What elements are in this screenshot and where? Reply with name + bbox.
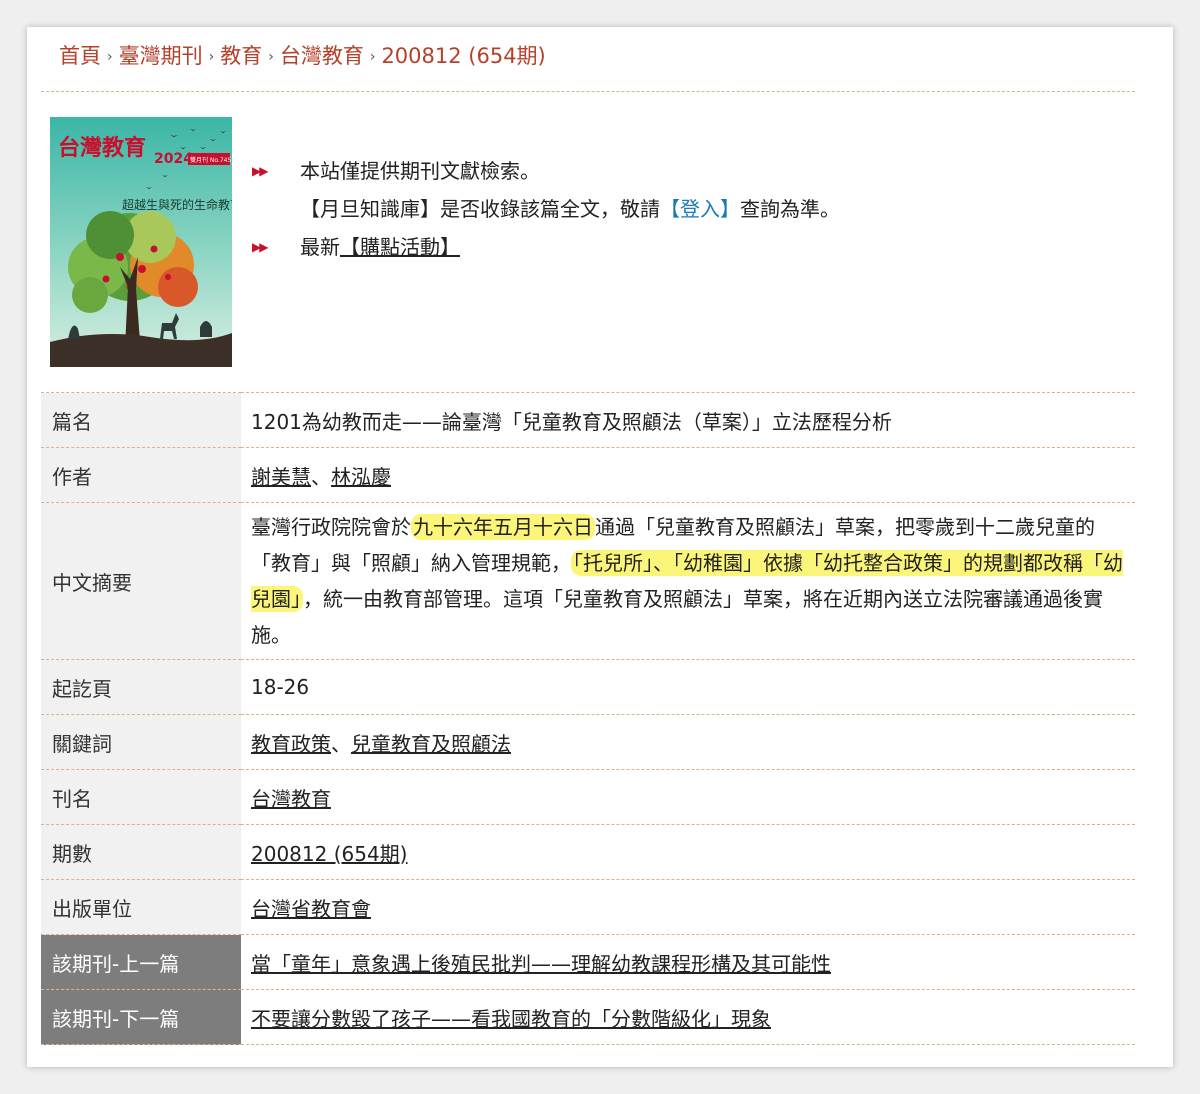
journal-name: 台灣教育 xyxy=(241,769,1135,825)
record-details-table: 篇名 1201為幼教而走——論臺灣「兒童教育及照顧法（草案）」立法歷程分析 作者… xyxy=(41,392,1135,1045)
field-label: 中文摘要 xyxy=(41,502,241,660)
breadcrumb-separator-icon: › xyxy=(208,49,215,65)
record-card: 首頁 › 臺灣期刊 › 教育 › 台灣教育 › 200812 (654期) 台灣教育 2024 … xyxy=(27,27,1173,1067)
prev-article-label: 該期刊-上一篇 xyxy=(41,934,241,990)
abstract-text: 臺灣行政院院會於 九十六年五月十六日 通過「兒童教育及照顧法」草案，把零歲到十二歲兒… xyxy=(241,502,1135,660)
table-row: 該期刊-上一篇 當「童年」意象遇上後殖民批判——理解幼教課程形構及其可能性 xyxy=(41,934,1135,990)
keyword-list: 教育政策、兒童教育及照顧法 xyxy=(241,714,1135,770)
journal-link[interactable]: 台灣教育 xyxy=(251,787,331,811)
breadcrumb-journal[interactable]: 台灣教育 xyxy=(280,44,364,68)
breadcrumb-separator-icon: › xyxy=(268,49,274,65)
field-label: 作者 xyxy=(41,447,241,503)
keyword-separator: 、 xyxy=(331,731,351,756)
field-label: 出版單位 xyxy=(41,879,241,935)
field-label: 關鍵詞 xyxy=(41,714,241,770)
table-row: 篇名 1201為幼教而走——論臺灣「兒童教育及照顧法（草案）」立法歷程分析 xyxy=(41,392,1135,448)
author-link[interactable]: 林泓慶 xyxy=(331,465,391,489)
breadcrumb-separator-icon: › xyxy=(107,49,113,65)
notice-text: 查詢為準。 xyxy=(740,197,840,221)
page-range: 18-26 xyxy=(241,659,1135,715)
publisher-link[interactable]: 台灣省教育會 xyxy=(251,897,371,921)
notice-block: ▶▶ 本站僅提供期刊文獻檢索。 【月旦知識庫】是否收錄該篇全文，敬請【登入】查詢… xyxy=(252,152,840,266)
table-row: 起訖頁 18-26 xyxy=(41,659,1135,715)
abstract-highlight: 九十六年五月十六日 xyxy=(411,514,595,540)
keyword-link[interactable]: 兒童教育及照顧法 xyxy=(351,732,511,756)
table-row: 中文摘要 臺灣行政院院會於 九十六年五月十六日 通過「兒童教育及照顧法」草案，把零歲… xyxy=(41,502,1135,660)
publisher: 台灣省教育會 xyxy=(241,879,1135,935)
points-promo-link[interactable]: 【購點活動】 xyxy=(340,235,460,259)
login-link[interactable]: 【登入】 xyxy=(660,197,740,221)
keyword-link[interactable]: 教育政策 xyxy=(251,732,331,756)
divider xyxy=(41,91,1135,92)
field-label: 篇名 xyxy=(41,392,241,448)
breadcrumb-issue[interactable]: 200812 (654期) xyxy=(381,44,545,68)
cover-issue: 雙月刊 No.745 xyxy=(190,156,232,164)
table-row: 作者 謝美慧、林泓慶 xyxy=(41,447,1135,503)
notice-line: 【月旦知識庫】是否收錄該篇全文，敬請【登入】查詢為準。 xyxy=(252,190,840,228)
journal-cover-image: 台灣教育 2024 雙月刊 No.745 超越生與死的生命教育 xyxy=(50,117,232,367)
field-label: 期數 xyxy=(41,824,241,880)
breadcrumb-education[interactable]: 教育 xyxy=(220,44,262,68)
notice-text: 本站僅提供期刊文獻檢索。 xyxy=(300,159,540,183)
breadcrumb-separator-icon: › xyxy=(369,49,376,65)
prev-article-link[interactable]: 當「童年」意象遇上後殖民批判——理解幼教課程形構及其可能性 xyxy=(251,952,831,976)
cover-slogan: 超越生與死的生命教育 xyxy=(122,197,232,212)
next-article-link[interactable]: 不要讓分數毀了孩子——看我國教育的「分數階級化」現象 xyxy=(251,1007,771,1031)
cover-title: 台灣教育 xyxy=(58,135,146,161)
author-link[interactable]: 謝美慧 xyxy=(251,465,311,489)
author-separator: 、 xyxy=(311,464,331,489)
table-row: 期數 200812 (654期) xyxy=(41,824,1135,880)
field-label: 刊名 xyxy=(41,769,241,825)
issue-link[interactable]: 200812 (654期) xyxy=(251,842,407,866)
double-arrow-icon: ▶▶ xyxy=(252,240,269,254)
breadcrumb: 首頁 › 臺灣期刊 › 教育 › 台灣教育 › 200812 (654期) xyxy=(59,41,546,72)
issue-number: 200812 (654期) xyxy=(241,824,1135,880)
double-arrow-icon: ▶▶ xyxy=(252,164,269,178)
breadcrumb-journals[interactable]: 臺灣期刊 xyxy=(119,44,203,68)
abstract-part: 臺灣行政院院會於 xyxy=(251,515,411,539)
table-row: 該期刊-下一篇 不要讓分數毀了孩子——看我國教育的「分數階級化」現象 xyxy=(41,989,1135,1045)
author-list: 謝美慧、林泓慶 xyxy=(241,447,1135,503)
cover-year: 2024 xyxy=(154,151,193,167)
article-title: 1201為幼教而走——論臺灣「兒童教育及照顧法（草案）」立法歷程分析 xyxy=(241,392,1135,448)
next-article-label: 該期刊-下一篇 xyxy=(41,989,241,1045)
notice-line: ▶▶ 本站僅提供期刊文獻檢索。 xyxy=(252,152,840,190)
table-row: 出版單位 台灣省教育會 xyxy=(41,879,1135,935)
prev-article: 當「童年」意象遇上後殖民批判——理解幼教課程形構及其可能性 xyxy=(241,934,1135,990)
breadcrumb-home[interactable]: 首頁 xyxy=(59,44,101,68)
table-row: 關鍵詞 教育政策、兒童教育及照顧法 xyxy=(41,714,1135,770)
notice-line: ▶▶ 最新【購點活動】 xyxy=(252,228,840,266)
next-article: 不要讓分數毀了孩子——看我國教育的「分數階級化」現象 xyxy=(241,989,1135,1045)
table-row: 刊名 台灣教育 xyxy=(41,769,1135,825)
notice-text: 【月旦知識庫】是否收錄該篇全文，敬請 xyxy=(300,197,660,221)
field-label: 起訖頁 xyxy=(41,659,241,715)
notice-text: 最新 xyxy=(300,235,340,259)
abstract-part: ，統一由教育部管理。這項「兒童教育及照顧法」草案，將在近期內送立法院審議通過後實… xyxy=(251,587,1103,647)
